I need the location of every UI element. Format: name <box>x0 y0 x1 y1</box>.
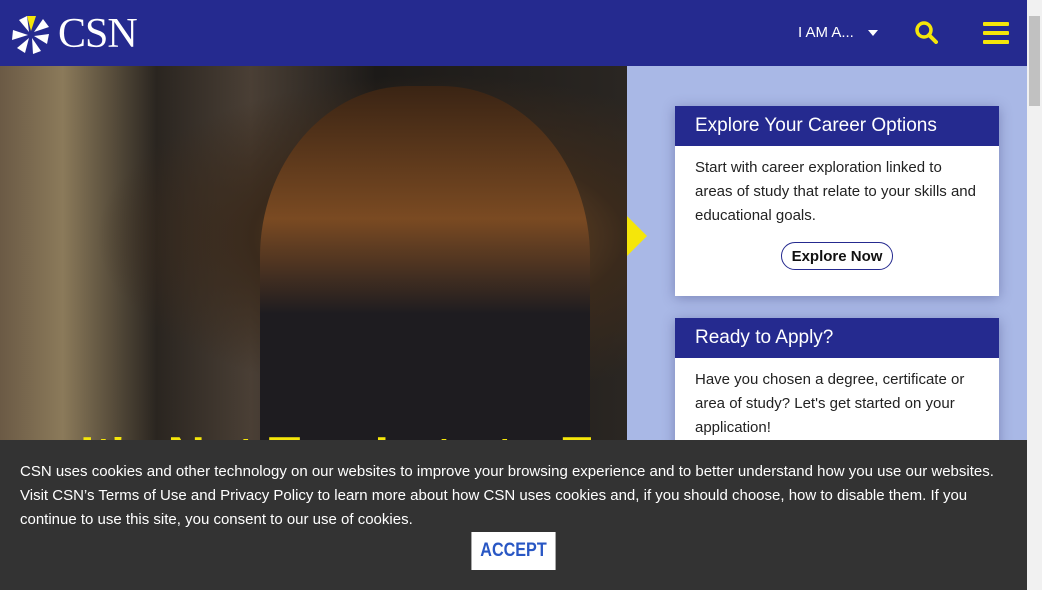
ready-to-apply-card: Ready to Apply? Have you chosen a degree… <box>675 318 999 458</box>
flower-logo-icon <box>12 16 49 54</box>
csn-logo[interactable]: CSN <box>10 10 138 58</box>
logo-text: CSN <box>58 11 138 57</box>
card-body: Start with career exploration linked to … <box>695 159 976 224</box>
card-title: Explore Your Career Options <box>675 106 999 146</box>
scrollbar-thumb[interactable] <box>1029 16 1040 106</box>
site-header: CSN I AM A... <box>0 0 1027 66</box>
hero-image: It's Not Too Late to Enroll <box>0 66 627 446</box>
caret-down-icon <box>867 29 878 36</box>
cookie-text: CSN uses cookies and other technology on… <box>20 463 994 528</box>
accept-button[interactable]: ACCEPT <box>471 532 556 570</box>
arrow-right-icon <box>627 216 647 256</box>
i-am-a-dropdown[interactable]: I AM A... <box>798 24 878 41</box>
scrollbar[interactable] <box>1027 0 1042 590</box>
search-icon <box>915 21 938 44</box>
explore-now-button[interactable]: Explore Now <box>781 242 893 270</box>
i-am-a-label: I AM A... <box>798 24 854 41</box>
career-options-card: Explore Your Career Options Start with c… <box>675 106 999 296</box>
card-title: Ready to Apply? <box>675 318 999 358</box>
card-body: Have you chosen a degree, certificate or… <box>695 371 965 436</box>
cookie-banner: CSN uses cookies and other technology on… <box>0 440 1027 590</box>
student-photo <box>260 86 590 446</box>
search-button[interactable] <box>914 20 938 49</box>
hamburger-menu-icon[interactable] <box>983 22 1009 49</box>
